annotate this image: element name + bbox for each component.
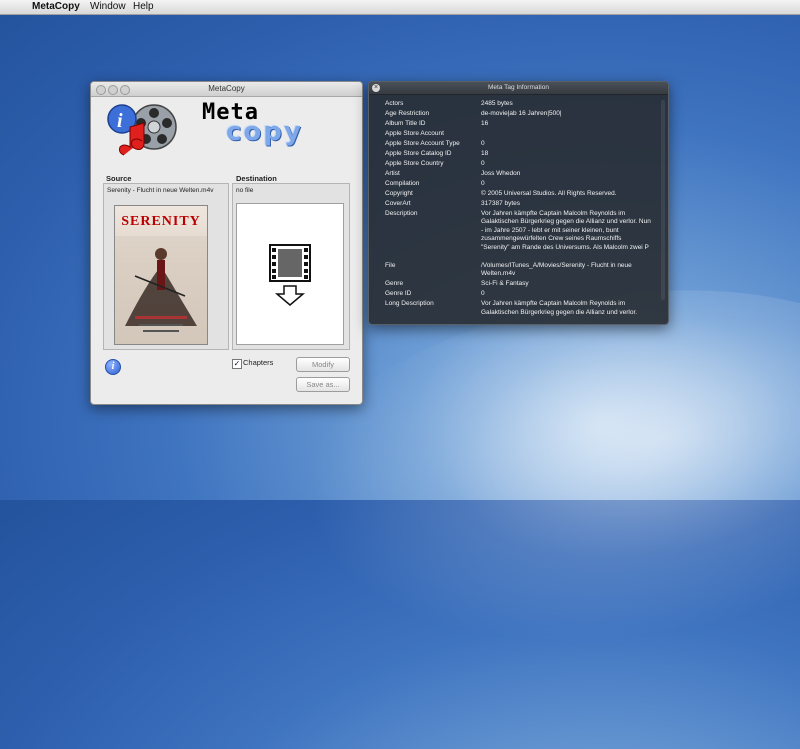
meta-key: File: [385, 262, 396, 269]
meta-value: 18: [481, 150, 489, 157]
logo-copy-text: copy: [226, 117, 303, 147]
meta-panel-titlebar[interactable]: × Meta Tag Information: [369, 82, 668, 95]
svg-text:i: i: [117, 110, 123, 132]
meta-key: Apple Store Country: [385, 160, 444, 167]
metacopy-logo-icon: i: [107, 104, 177, 156]
info-button[interactable]: i: [105, 359, 121, 375]
menu-app-name[interactable]: MetaCopy: [32, 0, 80, 14]
meta-key: Genre ID: [385, 290, 412, 298]
meta-value: 0: [481, 180, 485, 187]
meta-key: Age Restriction: [385, 110, 430, 117]
poster-artwork-icon: [115, 236, 207, 344]
meta-key: Description: [385, 210, 418, 217]
menu-bar: MetaCopy Window Help: [0, 0, 800, 15]
menu-help[interactable]: Help: [133, 0, 154, 14]
meta-key: Long Description: [385, 300, 434, 308]
meta-value: 317387 bytes: [481, 200, 521, 207]
window-titlebar[interactable]: MetaCopy: [91, 82, 362, 97]
close-icon[interactable]: ×: [372, 84, 380, 92]
source-file-name: Serenity - Flucht in neue Welten.m4v: [107, 187, 214, 194]
meta-key: Compilation: [385, 180, 420, 187]
meta-value: de-movie|ab 16 Jahren|500|: [481, 110, 562, 117]
chapters-label: Chapters: [243, 358, 274, 367]
meta-key: Actors: [385, 100, 404, 107]
meta-value: 2485 bytes: [481, 100, 513, 107]
minimize-window-icon[interactable]: [108, 85, 118, 95]
meta-value: 0: [481, 160, 485, 167]
meta-value: 16: [481, 120, 489, 127]
meta-value: 0: [481, 290, 485, 298]
meta-key: Genre: [385, 280, 404, 288]
meta-value: 0: [481, 140, 485, 147]
meta-key: Apple Store Account: [385, 130, 444, 137]
meta-tag-panel: × Meta Tag Information Actors 2485 bytes A…: [368, 81, 669, 325]
close-window-icon[interactable]: [96, 85, 106, 95]
meta-key: CoverArt: [385, 200, 411, 207]
destination-file-name: no file: [236, 187, 254, 194]
meta-value: Sci-Fi & Fantasy: [481, 280, 529, 288]
window-title: MetaCopy: [208, 84, 245, 93]
destination-drop-zone[interactable]: [236, 203, 344, 345]
meta-key: Apple Store Catalog ID: [385, 150, 452, 157]
save-as-button[interactable]: Save as...: [296, 377, 350, 392]
source-label: Source: [106, 174, 132, 183]
meta-key: Copyright: [385, 190, 413, 197]
meta-value: Vor Jahren kämpfte Captain Malcolm Reyno…: [481, 210, 651, 251]
menu-window[interactable]: Window: [90, 0, 126, 14]
meta-panel-scrollbar[interactable]: [661, 100, 665, 300]
meta-value: © 2005 Universal Studios. All Rights Res…: [481, 190, 617, 197]
meta-key: Album Title ID: [385, 120, 426, 127]
film-download-icon: [269, 244, 311, 306]
source-cover-art[interactable]: SERENITY: [114, 205, 208, 345]
chapters-checkbox[interactable]: ✓: [232, 359, 242, 369]
meta-key: Apple Store Account Type: [385, 140, 460, 147]
meta-panel-title: Meta Tag Information: [488, 84, 549, 91]
meta-value: Joss Whedon: [481, 170, 521, 177]
modify-button[interactable]: Modify: [296, 357, 350, 372]
meta-value: /Volumes/ITunes_A/Movies/Serenity - Fluc…: [481, 262, 632, 278]
destination-label: Destination: [236, 174, 277, 183]
meta-value: Vor Jahren kämpfte Captain Malcolm Reyno…: [481, 300, 638, 316]
meta-key: Artist: [385, 170, 400, 177]
zoom-window-icon[interactable]: [120, 85, 130, 95]
meta-tag-list[interactable]: Actors 2485 bytes Age Restriction de-movie|…: [369, 96, 668, 324]
